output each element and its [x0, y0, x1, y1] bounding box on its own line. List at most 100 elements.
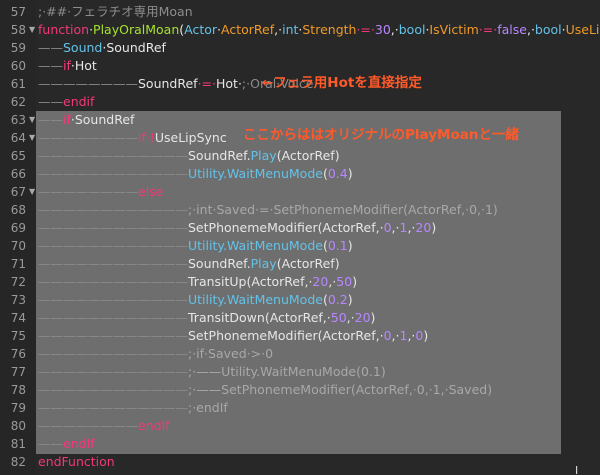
code-line[interactable]: 74 ————————————TransitDown(ActorRef,·50,·…: [0, 309, 600, 327]
code-line[interactable]: 80 ————————endIf: [0, 417, 600, 435]
code-token: ·=·: [356, 22, 375, 37]
code-token: ·!: [145, 130, 155, 145]
code-line[interactable]: 59 ——Sound·SoundRef: [0, 39, 600, 57]
code-text[interactable]: ——endif: [38, 93, 94, 111]
code-line[interactable]: 70 ————————————Utility.WaitMenuMode(0.1): [0, 237, 600, 255]
code-line[interactable]: 62 ——endif: [0, 93, 600, 111]
fold-arrow-icon[interactable]: ▼: [29, 183, 37, 201]
code-token: if: [63, 58, 71, 73]
code-token: TransitDown(ActorRef,·: [188, 310, 331, 325]
code-text[interactable]: ——if·SoundRef: [38, 111, 134, 129]
code-token: ): [423, 328, 429, 343]
code-text[interactable]: ————————————TransitDown(ActorRef,·50,·20…: [38, 309, 375, 327]
indent-guide: ————————: [38, 418, 138, 433]
indent-guide: ————————————: [38, 148, 188, 163]
code-token: Utility.: [188, 166, 227, 181]
indent-guide: ————————————: [38, 292, 188, 307]
code-text[interactable]: ;·##·フェラチオ専用Moan: [38, 3, 193, 21]
code-token: ;·endIf: [188, 400, 228, 415]
code-line[interactable]: 75 ————————————SetPhonemeModifier(ActorRe…: [0, 327, 600, 345]
code-token: SoundRef.: [188, 256, 251, 271]
code-text[interactable]: ——if·Hot: [38, 57, 97, 75]
indent-guide: ————————————: [38, 202, 188, 217]
code-text[interactable]: ————————————;·——Utility.WaitMenuMode(0.1…: [38, 363, 386, 381]
line-number: 72: [10, 275, 26, 289]
code-line[interactable]: 67 ▼ ————————else: [0, 183, 600, 201]
line-number: 64: [10, 131, 26, 145]
code-token: Strength: [302, 22, 357, 37]
code-text[interactable]: ————————if·!UseLipSync: [38, 129, 227, 147]
code-text[interactable]: ——Sound·SoundRef: [38, 39, 166, 57]
code-token: ,·: [274, 22, 283, 37]
code-token: bool: [398, 22, 426, 37]
code-text[interactable]: ————————————SoundRef.Play(ActorRef): [38, 147, 340, 165]
code-token: endFunction: [38, 454, 115, 469]
code-text[interactable]: ————————————;·if·Saved·>·0: [38, 345, 273, 363]
code-text[interactable]: ————————————;·endIf: [38, 399, 228, 417]
code-line[interactable]: 81 ——endIf: [0, 435, 600, 453]
indent-guide: ————————————: [38, 274, 188, 289]
code-line[interactable]: 77 ————————————;·——Utility.WaitMenuMode(0…: [0, 363, 600, 381]
code-token: 20: [415, 220, 432, 235]
code-token: Actor: [184, 22, 218, 37]
code-text[interactable]: ————————else: [38, 183, 163, 201]
line-number: 68: [10, 203, 26, 217]
hot-annotation: ←フェラ用Hotを直接指定: [262, 75, 422, 91]
code-token: Utility.: [188, 238, 227, 253]
code-line[interactable]: 66 ————————————Utility.WaitMenuMode(0.4): [0, 165, 600, 183]
code-token: Utility.: [188, 292, 227, 307]
code-line[interactable]: 76 ————————————;·if·Saved·>·0: [0, 345, 600, 363]
code-text[interactable]: ————————————;·——SetPhonemeModifier(Actor…: [38, 381, 492, 399]
code-text[interactable]: ——endIf: [38, 435, 95, 453]
indent-guide: ————————————: [38, 328, 188, 343]
code-token: IsVictim: [429, 22, 479, 37]
code-text[interactable]: ————————————SetPhonemeModifier(ActorRef,…: [38, 327, 428, 345]
code-line[interactable]: 65 ————————————SoundRef.Play(ActorRef): [0, 147, 600, 165]
code-line[interactable]: 73 ————————————Utility.WaitMenuMode(0.2): [0, 291, 600, 309]
code-line[interactable]: 72 ————————————TransitUp(ActorRef,·20,·50…: [0, 273, 600, 291]
code-token: (ActorRef): [276, 148, 340, 163]
line-number: 73: [10, 293, 26, 307]
code-line[interactable]: 57 ;·##·フェラチオ専用Moan: [0, 3, 600, 21]
code-editor[interactable]: { "editor": { "lines": [ {"num":"57","fo…: [0, 0, 600, 475]
code-text[interactable]: endFunction: [38, 453, 115, 471]
line-number: 80: [10, 419, 26, 433]
fold-arrow-icon[interactable]: ▼: [29, 129, 37, 147]
code-token: 20: [354, 310, 371, 325]
code-line[interactable]: 78 ————————————;·——SetPhonemeModifier(Act…: [0, 381, 600, 399]
line-number: 74: [10, 311, 26, 325]
code-token: ActorRef: [221, 22, 275, 37]
code-line[interactable]: 68 ————————————;·int·Saved·=·SetPhonemeMo…: [0, 201, 600, 219]
code-token: ;·——SetPhonemeModifier(ActorRef,·0,·1,·S…: [188, 382, 493, 397]
code-text[interactable]: ————————————SoundRef.Play(ActorRef): [38, 255, 340, 273]
code-text[interactable]: function·PlayOralMoan(Actor·ActorRef,·in…: [38, 21, 600, 39]
code-token: 0: [383, 220, 392, 235]
indent-guide: ————————————: [38, 364, 188, 379]
line-number: 71: [10, 257, 26, 271]
code-token: ): [352, 274, 358, 289]
code-text[interactable]: ————————————Utility.WaitMenuMode(0.2): [38, 291, 353, 309]
fold-arrow-icon[interactable]: ▼: [29, 111, 37, 129]
code-text[interactable]: ————————————Utility.WaitMenuMode(0.4): [38, 165, 353, 183]
code-line[interactable]: 79 ————————————;·endIf: [0, 399, 600, 417]
code-token: ·SoundRef: [70, 112, 135, 127]
code-text[interactable]: ————————————;·int·Saved·=·SetPhonemeModi…: [38, 201, 498, 219]
indent-guide: ————————————: [38, 346, 188, 361]
code-token: ,·: [390, 22, 399, 37]
fold-arrow-icon[interactable]: ▼: [29, 21, 37, 39]
code-text[interactable]: ————————————TransitUp(ActorRef,·20,·50): [38, 273, 357, 291]
code-token: if: [63, 112, 71, 127]
code-line[interactable]: 82 endFunction: [0, 453, 600, 471]
code-token: SoundRef.: [188, 148, 251, 163]
code-token: ): [431, 220, 437, 235]
code-token: ;·if·Saved·>·0: [188, 346, 274, 361]
indent-guide: ————————————: [38, 238, 188, 253]
code-token: if: [138, 130, 146, 145]
code-text[interactable]: ————————————SetPhonemeModifier(ActorRef,…: [38, 219, 436, 237]
code-token: WaitMenuMode: [226, 166, 323, 181]
code-text[interactable]: ————————endIf: [38, 417, 170, 435]
code-text[interactable]: ————————————Utility.WaitMenuMode(0.1): [38, 237, 353, 255]
code-line[interactable]: 69 ————————————SetPhonemeModifier(ActorRe…: [0, 219, 600, 237]
code-line[interactable]: 58 ▼ function·PlayOralMoan(Actor·ActorRef,…: [0, 21, 600, 39]
code-line[interactable]: 71 ————————————SoundRef.Play(ActorRef): [0, 255, 600, 273]
